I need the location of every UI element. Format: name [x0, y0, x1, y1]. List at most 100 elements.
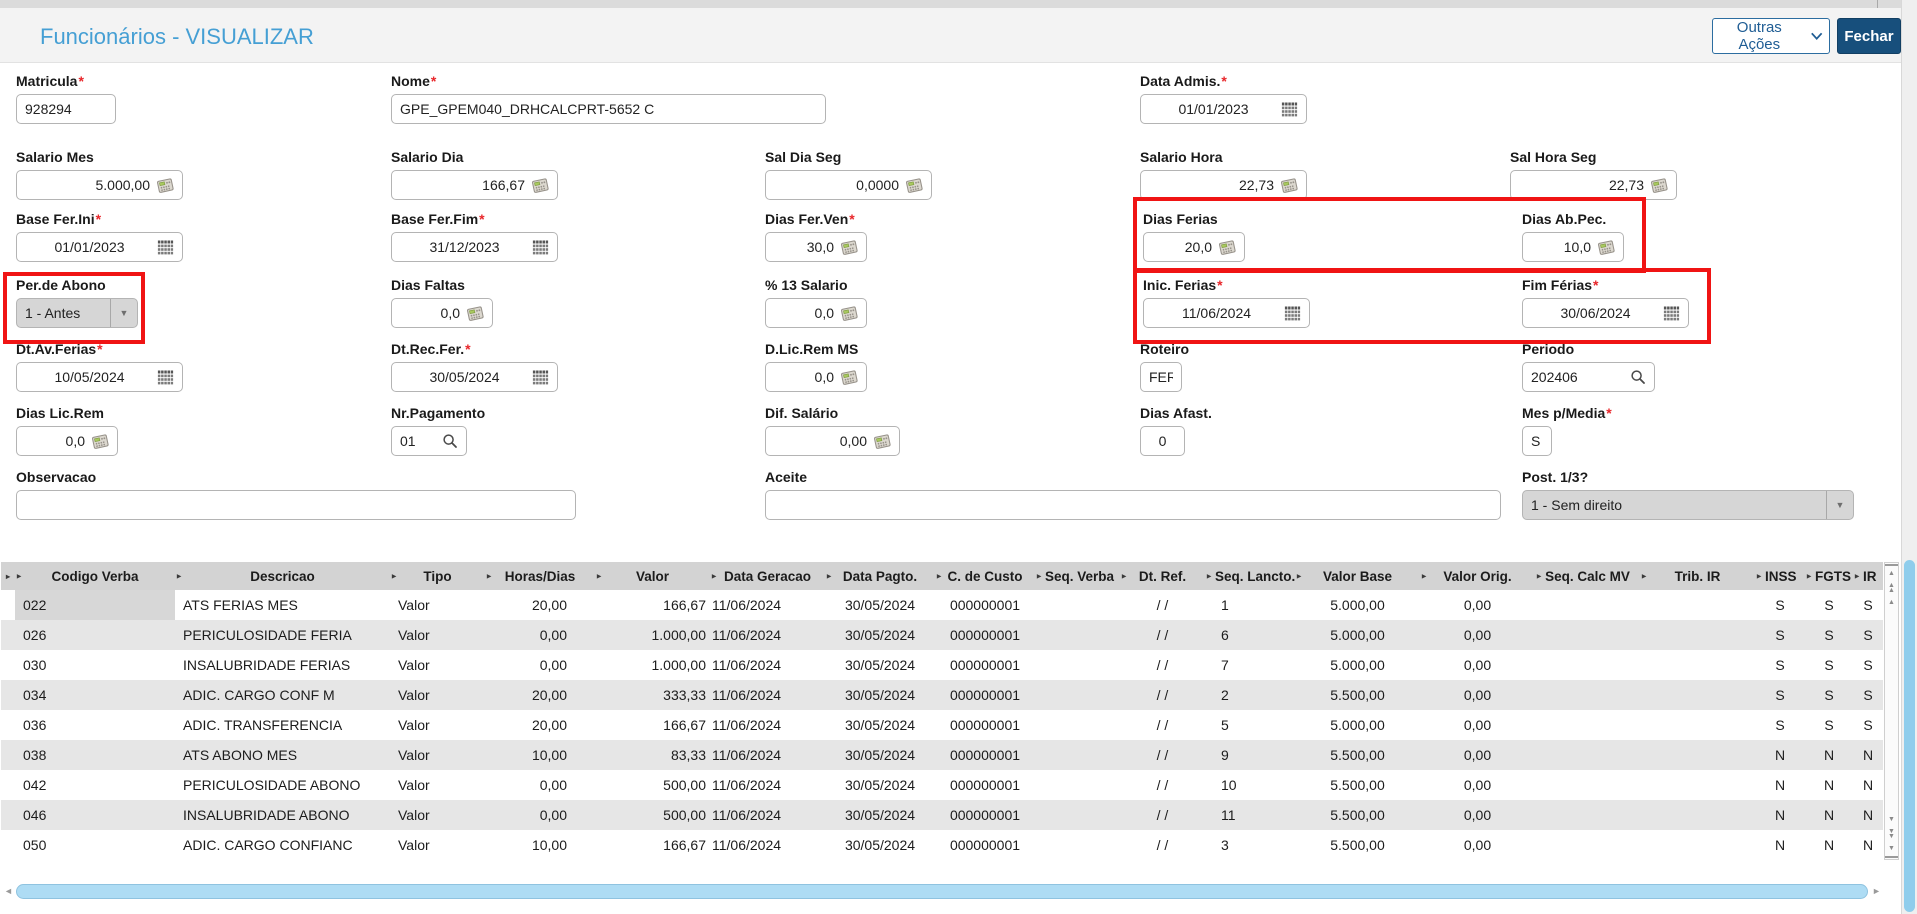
- table-cell[interactable]: [1535, 770, 1640, 800]
- table-cell[interactable]: S: [1853, 680, 1883, 710]
- table-cell[interactable]: 30/05/2024: [825, 710, 935, 740]
- table-cell[interactable]: Valor: [390, 650, 485, 680]
- table-cell[interactable]: 0,00: [485, 620, 595, 650]
- table-cell[interactable]: 5: [1205, 710, 1295, 740]
- table-cell[interactable]: [1035, 800, 1120, 830]
- table-cell[interactable]: 30/05/2024: [825, 680, 935, 710]
- periodo-input[interactable]: 202406: [1522, 362, 1655, 392]
- row-selector[interactable]: [1, 710, 15, 740]
- calculator-icon[interactable]: [467, 306, 484, 321]
- table-cell[interactable]: 30/05/2024: [825, 740, 935, 770]
- row-selector[interactable]: [1, 770, 15, 800]
- table-cell[interactable]: Valor: [390, 800, 485, 830]
- table-cell[interactable]: [1035, 620, 1120, 650]
- table-cell[interactable]: [1640, 620, 1755, 650]
- table-cell[interactable]: 5.000,00: [1295, 650, 1420, 680]
- table-cell[interactable]: 5.500,00: [1295, 770, 1420, 800]
- dias-fer-ven-input[interactable]: 30,0: [765, 232, 867, 262]
- column-header[interactable]: ▸ C. de Custo: [935, 562, 1035, 590]
- table-cell[interactable]: 000000001: [935, 590, 1035, 620]
- table-cell[interactable]: [1035, 590, 1120, 620]
- table-cell[interactable]: 30/05/2024: [825, 830, 935, 860]
- salario-mes-input[interactable]: 5.000,00: [16, 170, 183, 200]
- table-cell[interactable]: 000000001: [935, 650, 1035, 680]
- scroll-right-icon[interactable]: ►: [1872, 886, 1881, 896]
- calendar-icon[interactable]: [532, 370, 549, 385]
- table-cell[interactable]: N: [1853, 800, 1883, 830]
- table-cell[interactable]: 000000001: [935, 710, 1035, 740]
- calendar-icon[interactable]: [1281, 102, 1298, 117]
- table-cell[interactable]: 000000001: [935, 800, 1035, 830]
- roteiro-input[interactable]: FER: [1140, 362, 1182, 392]
- table-cell[interactable]: 1.000,00: [595, 650, 710, 680]
- table-cell[interactable]: 7: [1205, 650, 1295, 680]
- table-cell[interactable]: Valor: [390, 770, 485, 800]
- table-cell[interactable]: 042: [15, 770, 175, 800]
- table-cell[interactable]: 30/05/2024: [825, 620, 935, 650]
- table-cell[interactable]: 166,67: [595, 590, 710, 620]
- table-cell[interactable]: / /: [1120, 830, 1205, 860]
- row-selector[interactable]: [1, 680, 15, 710]
- table-cell[interactable]: 11/06/2024: [710, 590, 825, 620]
- dias-ferias-input[interactable]: 20,0: [1143, 232, 1245, 262]
- table-cell[interactable]: / /: [1120, 800, 1205, 830]
- table-cell[interactable]: 2: [1205, 680, 1295, 710]
- table-cell[interactable]: 0,00: [1420, 830, 1535, 860]
- table-cell[interactable]: S: [1755, 650, 1805, 680]
- calculator-icon[interactable]: [1281, 178, 1298, 193]
- table-cell[interactable]: 30/05/2024: [825, 770, 935, 800]
- table-cell[interactable]: 0,00: [1420, 800, 1535, 830]
- table-cell[interactable]: S: [1853, 620, 1883, 650]
- inic-ferias-input[interactable]: 11/06/2024: [1143, 298, 1310, 328]
- table-cell[interactable]: Valor: [390, 740, 485, 770]
- column-header[interactable]: ▸ Seq. Verba: [1035, 562, 1120, 590]
- table-cell[interactable]: [1535, 740, 1640, 770]
- dt-rec-fer-input[interactable]: 30/05/2024: [391, 362, 558, 392]
- table-cell[interactable]: / /: [1120, 740, 1205, 770]
- base-fer-fim-input[interactable]: 31/12/2023: [391, 232, 558, 262]
- table-cell[interactable]: N: [1805, 830, 1853, 860]
- column-header[interactable]: ▸ Valor Base: [1295, 562, 1420, 590]
- table-cell[interactable]: N: [1755, 800, 1805, 830]
- column-header[interactable]: ▸ Horas/Dias: [485, 562, 595, 590]
- table-cell[interactable]: 11/06/2024: [710, 710, 825, 740]
- table-cell[interactable]: 000000001: [935, 830, 1035, 860]
- table-cell[interactable]: 5.500,00: [1295, 830, 1420, 860]
- table-cell[interactable]: 046: [15, 800, 175, 830]
- table-cell[interactable]: 11/06/2024: [710, 680, 825, 710]
- table-cell[interactable]: / /: [1120, 620, 1205, 650]
- calendar-icon[interactable]: [157, 240, 174, 255]
- page-scrollbar-thumb[interactable]: [1904, 560, 1915, 912]
- dias-lic-rem-input[interactable]: 0,0: [16, 426, 118, 456]
- table-cell[interactable]: 166,67: [595, 710, 710, 740]
- per-de-abono-select[interactable]: 1 - Antes ▼: [16, 298, 138, 328]
- table-cell[interactable]: [1640, 800, 1755, 830]
- column-header[interactable]: ▸ Trib. IR: [1640, 562, 1755, 590]
- scroll-down-icon[interactable]: ▼: [1885, 812, 1898, 827]
- dropdown-arrow-icon[interactable]: ▼: [1826, 491, 1853, 519]
- row-selector[interactable]: [1, 740, 15, 770]
- table-cell[interactable]: S: [1755, 620, 1805, 650]
- table-cell[interactable]: 20,00: [485, 680, 595, 710]
- table-cell[interactable]: 0,00: [1420, 680, 1535, 710]
- column-header[interactable]: ▸ FGTS: [1805, 562, 1853, 590]
- row-selector[interactable]: [1, 830, 15, 860]
- table-cell[interactable]: S: [1805, 710, 1853, 740]
- table-cell[interactable]: [1035, 680, 1120, 710]
- table-cell[interactable]: 000000001: [935, 680, 1035, 710]
- table-cell[interactable]: 0,00: [485, 800, 595, 830]
- table-cell[interactable]: S: [1755, 710, 1805, 740]
- scroll-track[interactable]: [1885, 610, 1898, 812]
- table-cell[interactable]: 050: [15, 830, 175, 860]
- table-row[interactable]: 036 ADIC. TRANSFERENCIA Valor 20,00 166,67 11…: [1, 710, 1883, 740]
- dias-ab-pec-input[interactable]: 10,0: [1522, 232, 1624, 262]
- data-admis-input[interactable]: 01/01/2023: [1140, 94, 1307, 124]
- table-cell[interactable]: 5.500,00: [1295, 800, 1420, 830]
- table-cell[interactable]: 0,00: [485, 650, 595, 680]
- table-cell[interactable]: 1.000,00: [595, 620, 710, 650]
- dias-faltas-input[interactable]: 0,0: [391, 298, 493, 328]
- scroll-page-up-icon[interactable]: ▲▲: [1885, 581, 1898, 595]
- table-cell[interactable]: Valor: [390, 830, 485, 860]
- aceite-input[interactable]: [765, 490, 1501, 520]
- dropdown-arrow-icon[interactable]: ▼: [110, 299, 137, 327]
